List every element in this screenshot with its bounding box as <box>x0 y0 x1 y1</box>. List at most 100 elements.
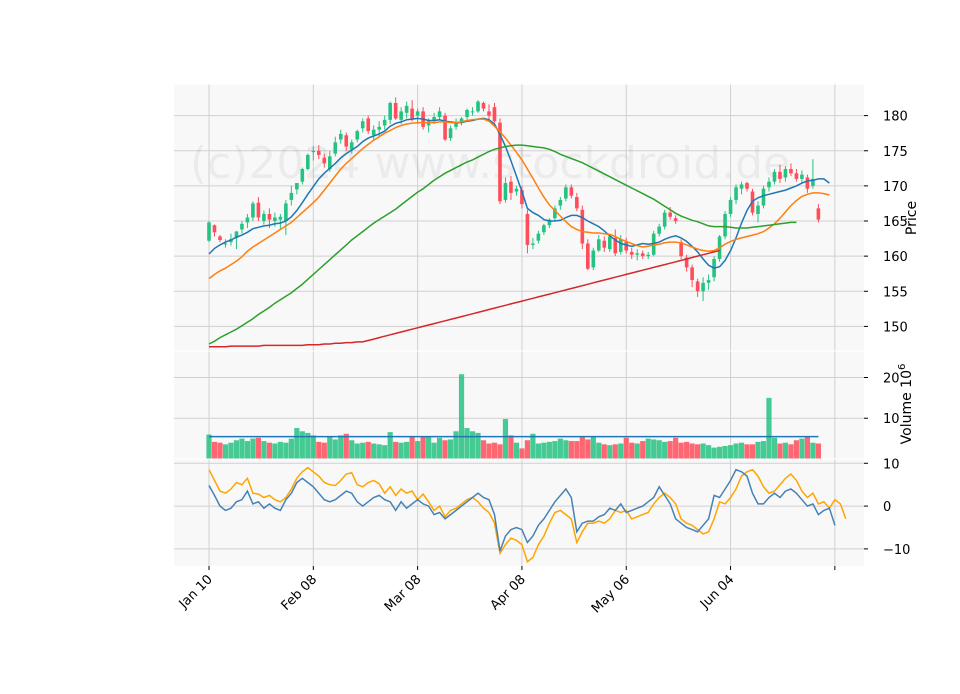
price-tick-label: 180 <box>883 110 908 125</box>
candle-body <box>448 128 453 139</box>
volume-bar <box>502 419 509 459</box>
candle <box>207 221 211 243</box>
volume-bar <box>727 445 734 459</box>
candle-body <box>542 225 546 233</box>
volume-bar <box>365 441 371 459</box>
ind-panel-background <box>174 459 864 566</box>
volume-bar <box>255 437 262 459</box>
volume-bar <box>233 440 240 459</box>
volume-bar <box>684 441 690 459</box>
candle-body <box>393 102 398 119</box>
candle-body <box>284 203 288 222</box>
volume-bar <box>343 433 349 459</box>
candle-body <box>443 115 447 140</box>
candle-body <box>267 213 272 220</box>
volume-bar <box>436 437 443 459</box>
candle-body <box>360 121 365 129</box>
volume-bar <box>519 448 525 459</box>
volume-bar <box>272 443 278 459</box>
price-tick-label: 170 <box>883 180 908 195</box>
candle <box>728 197 733 217</box>
volume-bar <box>321 442 327 459</box>
volume-bar <box>453 431 459 459</box>
candle-body <box>311 150 316 153</box>
volume-bar <box>316 441 322 459</box>
candle-body <box>646 254 650 257</box>
candle-body <box>734 187 738 200</box>
volume-axis-label: Volume 106 <box>897 364 915 445</box>
volume-bar <box>398 442 404 459</box>
volume-bar <box>771 437 778 459</box>
volume-bar <box>815 443 821 459</box>
candle-body <box>591 250 596 268</box>
volume-bar <box>228 442 234 459</box>
volume-bar <box>349 440 355 459</box>
volume-bar <box>266 442 272 459</box>
candle-body <box>800 174 804 179</box>
candle-body <box>371 129 376 136</box>
volume-bar <box>415 441 421 459</box>
candle-body <box>767 181 771 188</box>
volume-bar <box>458 374 465 459</box>
volume-bar <box>508 435 514 459</box>
candle-body <box>531 243 535 245</box>
volume-bar <box>744 444 750 459</box>
candle-body <box>794 173 799 179</box>
candle-body <box>602 240 607 248</box>
volume-bar <box>513 442 520 459</box>
volume-bar <box>277 441 283 459</box>
volume-bar <box>574 441 580 459</box>
candle-body <box>338 133 343 140</box>
candle <box>306 153 310 171</box>
candle-body <box>317 150 321 155</box>
candle-body <box>388 102 392 120</box>
volume-bar <box>651 439 657 459</box>
volume-bar <box>409 436 415 459</box>
volume-bar <box>222 444 229 459</box>
candle-body <box>306 154 310 170</box>
volume-bar <box>486 443 492 459</box>
candle-body <box>706 280 711 283</box>
volume-bar <box>294 428 300 459</box>
volume-bar <box>426 436 432 459</box>
candle <box>591 247 596 271</box>
watermark-text: (c)2024 www.stockdroid.de <box>190 138 790 189</box>
volume-bar <box>645 438 651 459</box>
candle-body <box>778 171 782 179</box>
volume-bar <box>722 445 728 459</box>
volume-bar <box>733 443 739 459</box>
candle-body <box>739 184 744 189</box>
volume-bar <box>535 443 541 459</box>
volume-bar <box>283 442 289 459</box>
candle-body <box>575 197 579 209</box>
candle-body <box>503 183 508 200</box>
volume-bar <box>788 444 794 459</box>
volume-bar <box>530 433 536 459</box>
volume-bar <box>244 441 251 459</box>
price-tick-label: 160 <box>883 250 908 265</box>
volume-bar <box>568 441 574 459</box>
price-axis-label: Price <box>904 201 920 235</box>
candle-body <box>624 242 629 251</box>
candle-body <box>789 169 793 174</box>
volume-bar <box>738 442 745 459</box>
volume-bar <box>601 444 607 459</box>
volume-bar <box>552 441 558 459</box>
volume-bar <box>288 438 294 459</box>
volume-tick-label: 20 <box>883 371 900 386</box>
candle-body <box>333 142 338 154</box>
volume-bar <box>563 440 569 459</box>
price-tick-label: 150 <box>883 320 908 335</box>
volume-bar <box>585 439 591 459</box>
volume-bar <box>607 445 613 459</box>
volume-bar <box>442 440 448 459</box>
volume-bar <box>393 441 399 459</box>
candle-body <box>695 281 700 292</box>
volume-bar <box>579 436 585 459</box>
candle-body <box>476 101 480 112</box>
volume-bar <box>211 441 218 459</box>
candle-body <box>223 243 228 245</box>
candle-body <box>207 222 211 241</box>
volume-bar <box>793 440 800 459</box>
candle-body <box>366 118 371 132</box>
